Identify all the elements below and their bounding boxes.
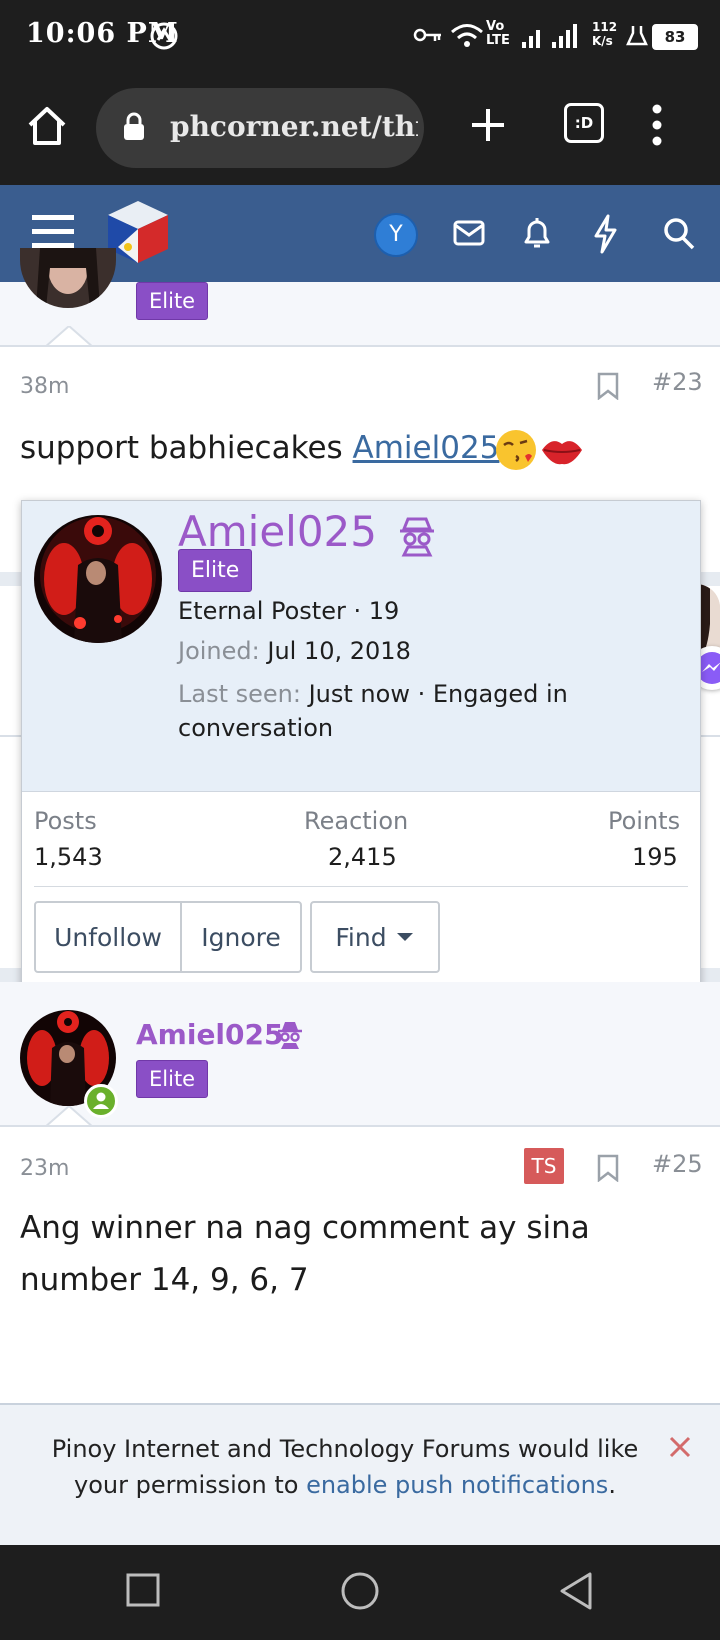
url-text: phcorner.net/threads (170, 110, 418, 143)
browser-toolbar: phcorner.net/threads :D (0, 75, 720, 185)
wifi-icon (451, 24, 483, 47)
network-type: Vo LTE (486, 19, 510, 48)
home-nav-icon[interactable] (340, 1571, 380, 1611)
hamburger-menu-icon[interactable] (32, 213, 74, 249)
member-badge: Elite (178, 549, 253, 592)
kiss-emoji-icon (496, 430, 536, 470)
member-joined: Joined: Jul 10, 2018 (178, 637, 411, 665)
signal-icon (522, 24, 577, 48)
net-speed: 112 K/s (592, 20, 618, 48)
system-navigation-bar (0, 1545, 720, 1640)
author-username-link[interactable]: Amiel025 (136, 1018, 283, 1051)
notification-message: Pinoy Internet and Technology Forums wou… (40, 1431, 650, 1503)
stat-reaction-label: Reaction (304, 807, 409, 835)
post-body: support babhiecakes Amiel025 (20, 430, 499, 466)
spy-icon (400, 517, 434, 557)
lastseen-value-cont: conversation (178, 714, 334, 742)
stat-posts-value[interactable]: 1,543 (34, 843, 103, 871)
post-text-line2: number 14, 9, 6, 7 (20, 1262, 309, 1298)
lab-icon (626, 26, 648, 46)
vpn-key-icon (413, 28, 441, 42)
user-badge: Elite (136, 1060, 209, 1098)
tab-switcher-button[interactable]: :D (564, 103, 604, 143)
recents-icon[interactable] (126, 1573, 160, 1607)
search-icon[interactable] (660, 212, 704, 256)
caret-down-icon (396, 933, 413, 941)
user-mention-link[interactable]: Amiel025 (353, 430, 500, 466)
post-text: support babhiecakes (20, 430, 343, 466)
find-label: Find (335, 922, 387, 952)
joined-value: Jul 10, 2018 (267, 637, 411, 665)
new-tab-icon[interactable] (468, 105, 508, 145)
post-text-line1: Ang winner na nag comment ay sina (20, 1210, 590, 1246)
member-last-seen: Last seen: Just now · Engaged in convers… (178, 677, 568, 745)
member-avatar[interactable] (34, 515, 162, 643)
status-bar: 10:06 PM Vo LTE 112 K/s 83 (0, 0, 720, 75)
find-dropdown-button[interactable]: Find (310, 901, 440, 973)
stat-points-label: Points (608, 807, 681, 835)
battery-indicator: 83 (652, 24, 698, 50)
post-time[interactable]: 38m (20, 374, 69, 399)
lastseen-label: Last seen: (178, 680, 301, 708)
divider (0, 1125, 720, 1127)
lastseen-value: Just now · Engaged in (308, 680, 568, 708)
bell-icon[interactable] (520, 212, 564, 256)
lock-icon (124, 112, 144, 140)
bookmark-icon[interactable] (596, 372, 620, 400)
stats-divider (34, 886, 688, 887)
stat-posts-label: Posts (34, 807, 97, 835)
stat-reaction-value: 2,415 (328, 843, 397, 871)
stat-points-value: 195 (632, 843, 678, 871)
back-icon[interactable] (558, 1571, 594, 1611)
inbox-icon[interactable] (452, 212, 496, 256)
app-notification-icon (150, 22, 178, 50)
author-avatar[interactable] (20, 248, 116, 308)
lips-emoji-icon (542, 441, 582, 465)
user-badge: Elite (136, 282, 209, 320)
address-bar[interactable]: phcorner.net/threads (96, 88, 424, 168)
member-title: Eternal Poster · 19 (178, 597, 400, 625)
notification-period: . (608, 1471, 616, 1499)
spy-icon (278, 1022, 302, 1049)
divider (0, 345, 720, 347)
more-menu-icon[interactable] (650, 103, 664, 147)
thread-starter-badge: TS (524, 1148, 564, 1184)
post-author-block-22: Elite (0, 248, 720, 346)
bookmark-icon[interactable] (596, 1154, 620, 1182)
push-notification-banner: Pinoy Internet and Technology Forums wou… (0, 1403, 720, 1547)
close-icon[interactable] (668, 1435, 692, 1459)
user-avatar-button[interactable]: Y (374, 213, 418, 257)
post-number[interactable]: #23 (652, 368, 703, 396)
joined-label: Joined: (178, 637, 260, 665)
ignore-button[interactable]: Ignore (180, 901, 302, 973)
home-icon[interactable] (26, 105, 68, 147)
member-tooltip-card: Amiel025 Elite Eternal Poster · 19 Joine… (21, 500, 701, 990)
post-author-block-25: Amiel025 Elite (0, 982, 720, 1126)
enable-push-link[interactable]: enable push notifications (306, 1471, 608, 1499)
lightning-icon[interactable] (588, 212, 632, 256)
unfollow-button[interactable]: Unfollow (34, 901, 182, 973)
post-time[interactable]: 23m (20, 1156, 69, 1181)
post-number[interactable]: #25 (652, 1150, 703, 1178)
